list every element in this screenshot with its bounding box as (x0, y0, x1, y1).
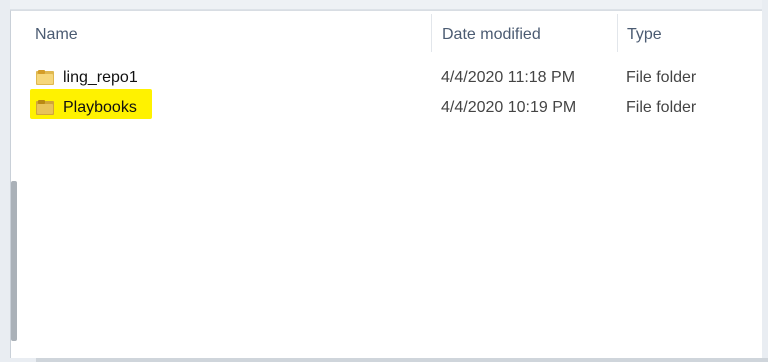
date-modified-column-header[interactable]: Date modified (442, 24, 541, 46)
name-column-header[interactable]: Name (35, 24, 78, 46)
column-header-row: Name Date modified Type (20, 14, 768, 52)
file-type-value: File folder (626, 69, 697, 86)
bottom-scroll-strip[interactable] (36, 358, 768, 362)
type-column-header[interactable]: Type (627, 24, 662, 46)
folder-icon (36, 70, 54, 85)
top-toolbar-strip (10, 0, 762, 10)
file-name[interactable]: Playbooks (63, 97, 137, 119)
file-rows: ling_repo1 4/4/2020 11:18 PM File folder… (20, 63, 768, 123)
file-name[interactable]: ling_repo1 (63, 67, 138, 89)
file-row[interactable]: Playbooks 4/4/2020 10:19 PM File folder (20, 93, 768, 123)
date-modified-value: 4/4/2020 10:19 PM (441, 99, 577, 116)
file-type-value: File folder (626, 99, 697, 116)
folder-icon (36, 100, 54, 115)
left-scrollbar[interactable] (11, 181, 17, 341)
file-explorer-window: Name Date modified Type ling_repo1 4/4/2… (0, 0, 768, 362)
date-modified-value: 4/4/2020 11:18 PM (441, 69, 576, 86)
column-separator[interactable] (431, 14, 432, 52)
column-separator[interactable] (617, 14, 618, 52)
